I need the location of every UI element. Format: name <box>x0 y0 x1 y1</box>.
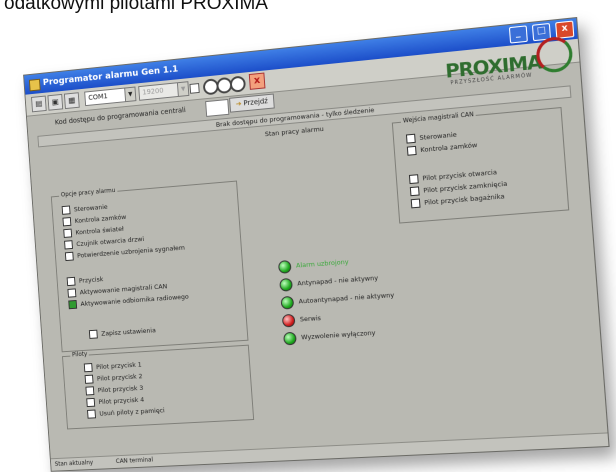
checkbox[interactable] <box>67 288 77 298</box>
checkbox[interactable] <box>66 276 76 287</box>
code-input[interactable] <box>205 98 230 117</box>
minimize-button[interactable]: _ <box>508 25 528 44</box>
led-armed-icon <box>277 259 292 274</box>
checkbox[interactable] <box>406 145 417 156</box>
go-button[interactable]: ➔Przejdź <box>229 93 275 113</box>
led-label: Autoantynapad - nie aktywny <box>298 291 395 306</box>
arrow-icon: ➔ <box>235 99 242 109</box>
checkbox[interactable] <box>83 363 93 373</box>
option-steering[interactable]: Sterowanie <box>61 202 108 215</box>
open-file-icon[interactable]: ▤ <box>31 95 47 113</box>
checkbox[interactable] <box>409 186 420 197</box>
tab-current-state[interactable]: Stan aktualny <box>55 459 94 468</box>
can-lock-control[interactable]: Kontrola zamków <box>406 140 478 156</box>
cancel-button[interactable]: x <box>248 72 266 90</box>
led-label: Serwis <box>299 314 322 324</box>
option-label: Zapisz ustawienia <box>100 326 157 338</box>
led-label: Alarm uzbrojony <box>295 257 349 270</box>
group-label: Wejścia magistrali CAN <box>400 110 477 125</box>
checkbox[interactable] <box>84 374 94 384</box>
app-window: Programator alarmu Gen 1.1 _ □ x ▤ ▣ ▦ C… <box>23 16 610 472</box>
chevron-down-icon: ▼ <box>176 82 189 96</box>
checkbox-checked[interactable] <box>68 299 78 310</box>
checkbox[interactable] <box>87 409 96 419</box>
checkbox[interactable] <box>410 198 421 209</box>
remote-button-4[interactable]: Pilot przycisk 4 <box>86 395 145 408</box>
option-label: Kontrola zamków <box>74 212 127 225</box>
option-label: Usuń piloty z pamięci <box>99 406 166 418</box>
port-select-value: COM1 <box>88 92 109 102</box>
option-label: Sterowanie <box>73 202 108 214</box>
led-antitheft-icon <box>279 277 293 292</box>
option-label: Pilot przycisk 2 <box>96 372 143 383</box>
close-button[interactable]: x <box>555 20 575 39</box>
checkbox[interactable] <box>64 251 74 262</box>
led-service-icon <box>281 313 296 328</box>
app-icon <box>28 78 41 92</box>
status-bar: Stan aktualny CAN terminal <box>50 432 609 471</box>
save-icon[interactable]: ▣ <box>47 93 64 111</box>
tab-can-terminal[interactable]: CAN terminal <box>116 456 154 465</box>
option-label: Przycisk <box>78 275 104 285</box>
option-label: Kontrola zamków <box>420 140 478 155</box>
remote-button-2[interactable]: Pilot przycisk 2 <box>84 372 143 384</box>
checkbox[interactable] <box>61 205 71 215</box>
option-button[interactable]: Przycisk <box>66 275 104 287</box>
work-options-group: Opcje pracy alarmu Sterowanie Kontrola z… <box>50 180 249 353</box>
led-label: Wyzwolenie wyłączony <box>300 328 376 342</box>
option-label: Pilot przycisk 1 <box>95 360 142 372</box>
option-label: Kontrola świateł <box>75 224 124 237</box>
remove-remotes[interactable]: Usuń piloty z pamięci <box>87 406 165 419</box>
chevron-down-icon: ▼ <box>124 87 136 102</box>
checkbox[interactable] <box>85 386 95 396</box>
remotes-group: Piloty Pilot przycisk 1 Pilot przycisk 2… <box>62 344 255 430</box>
checkbox[interactable] <box>64 240 73 250</box>
option-save-settings[interactable]: Zapisz ustawienia <box>88 326 157 339</box>
checkbox[interactable] <box>86 397 96 408</box>
print-icon[interactable]: ▦ <box>63 92 80 110</box>
remote-button-1[interactable]: Pilot przycisk 1 <box>83 360 142 373</box>
option-label: Pilot przycisk 3 <box>97 383 144 395</box>
option-label: Pilot przycisk 4 <box>98 395 145 406</box>
status-title: Stan pracy alarmu <box>264 124 324 139</box>
speed-select-value: 19200 <box>142 86 164 97</box>
option-label: Pilot przycisk bagażnika <box>423 192 505 207</box>
page-caption: odatkowymi pilotami PROXIMA <box>4 0 268 14</box>
option-label: Sterowanie <box>419 130 458 142</box>
led-trigger-icon <box>283 331 297 346</box>
checkbox[interactable] <box>405 133 416 144</box>
checkbox[interactable] <box>408 174 419 185</box>
led-label: Antynapad - nie aktywny <box>297 273 379 288</box>
checkbox[interactable] <box>88 329 98 339</box>
remote-button-3[interactable]: Pilot przycisk 3 <box>85 383 144 396</box>
checkbox[interactable] <box>62 217 72 227</box>
group-label: Piloty <box>70 350 90 359</box>
group-label: Opcje pracy alarmu <box>58 186 118 199</box>
connection-circle-icon[interactable] <box>229 75 247 93</box>
port-select[interactable]: COM1 ▼ <box>84 86 137 107</box>
can-steering[interactable]: Sterowanie <box>405 130 458 144</box>
led-auto-antitheft-icon <box>280 295 295 310</box>
checkbox[interactable] <box>63 228 73 238</box>
speed-select[interactable]: 19200 ▼ <box>138 81 190 101</box>
go-button-label: Przejdź <box>243 97 269 108</box>
can-inputs-group: Wejścia magistrali CAN Sterowanie Kontro… <box>391 106 570 224</box>
toolbar-checkbox[interactable] <box>189 83 200 94</box>
